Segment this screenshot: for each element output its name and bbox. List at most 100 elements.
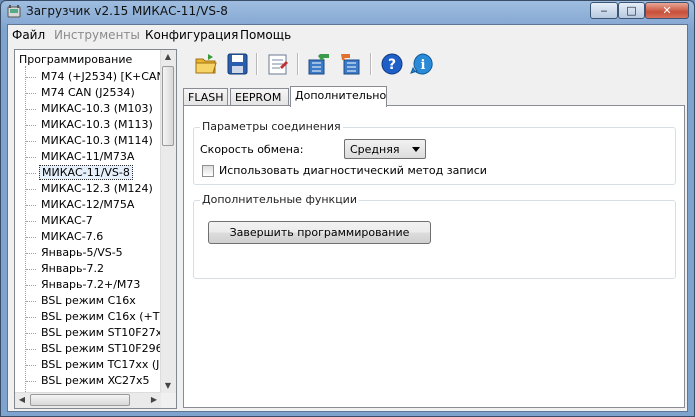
tree-item[interactable]: МИКАС-10.3 (M103) [26, 101, 155, 117]
tree-connector [26, 268, 36, 270]
tree-item[interactable]: BSL режим ST10F27x [26, 325, 164, 341]
help-icon[interactable]: ? [379, 51, 405, 77]
minimize-button[interactable]: ‒ [590, 2, 618, 19]
tree-item[interactable]: BSL режим ST10F296 [26, 341, 165, 357]
tree-item-label: Январь-7.2 [41, 262, 104, 275]
tab-flash[interactable]: FLASH [183, 88, 228, 106]
menu-configuration[interactable]: Конфигурация [145, 28, 238, 42]
device-tree[interactable]: Программирование M74 (+J2534) [K+CAN] M74… [14, 49, 177, 409]
tree-item-label: BSL режим ST10F27x [41, 326, 163, 339]
read-ecu-icon[interactable] [306, 51, 332, 77]
tree-connector [26, 316, 36, 318]
tab-eeprom[interactable]: EEPROM [230, 88, 289, 106]
tree-item[interactable]: МИКАС-10.3 (M114) [26, 133, 155, 149]
tree-item-label: МИКАС-11/M73A [41, 150, 135, 163]
tree-item[interactable]: Январь-5/VS-5 [26, 245, 125, 261]
save-icon[interactable] [224, 51, 250, 77]
tab-additional[interactable]: Дополнительно [290, 86, 387, 107]
chevron-down-icon[interactable] [412, 147, 420, 152]
finish-programming-button[interactable]: Завершить программирование [208, 221, 431, 244]
tree-connector [26, 140, 36, 142]
tree-item[interactable]: Январь-7.2 [26, 261, 106, 277]
scroll-corner [161, 393, 176, 408]
tree-connector [26, 236, 36, 238]
tree-item[interactable]: МИКАС-11/M73A [26, 149, 136, 165]
tree-connector [26, 204, 36, 206]
tree-item[interactable]: BSL режим C16x [26, 293, 138, 309]
speed-select[interactable]: Средняя [344, 139, 426, 159]
menu-tools[interactable]: Инструменты [54, 28, 140, 42]
menu-file[interactable]: Файл [12, 28, 45, 42]
tree-item[interactable]: МИКАС-10.3 (M113) [26, 117, 155, 133]
tree-connector [26, 284, 36, 286]
tree-item[interactable]: BSL режим XC27x5 [26, 373, 152, 389]
tree-item-label: BSL режим XC27x5 [41, 374, 150, 387]
write-ecu-icon[interactable] [338, 51, 364, 77]
tree-connector [26, 364, 36, 366]
tree-item[interactable]: M74 CAN (J2534) [26, 85, 137, 101]
tree-item[interactable]: BSL режим C16x (+T) [26, 309, 166, 325]
connection-settings-title: Параметры соединения [200, 120, 343, 133]
tree-item-label: МИКАС-7.6 [41, 230, 104, 243]
toolbar: ? i [183, 50, 663, 80]
tab-panel-additional: Параметры соединения Скорость обмена: Ср… [183, 105, 685, 408]
diag-method-label[interactable]: Использовать диагностический метод запис… [219, 164, 487, 177]
tree-item[interactable]: МИКАС-11/VS-8 [26, 165, 133, 181]
tree-connector [26, 188, 36, 190]
close-button[interactable]: ✕ [645, 2, 689, 19]
tree-item-label: МИКАС-7 [41, 214, 93, 227]
diag-method-checkbox[interactable] [202, 165, 214, 177]
window-title: Загрузчик v2.15 МИКАС-11/VS-8 [26, 4, 228, 18]
tree-connector [26, 380, 36, 382]
settings-sheet-icon[interactable] [265, 51, 291, 77]
connection-settings-group: Параметры соединения Скорость обмена: Ср… [193, 120, 676, 185]
toolbar-separator [370, 53, 372, 75]
tree-item-label: BSL режим ST10F296 [41, 342, 163, 355]
tree-item-label: Январь-7.2+/M73 [41, 278, 141, 291]
svg-text:?: ? [388, 57, 396, 73]
tree-connector [26, 124, 36, 126]
tree-connector [26, 220, 36, 222]
title-bar[interactable]: Загрузчик v2.15 МИКАС-11/VS-8 ‒ □ ✕ [1, 1, 694, 23]
tree-item[interactable]: BSL режим TC17xx (J25 [26, 357, 175, 373]
tree-connector [26, 348, 36, 350]
open-folder-icon[interactable] [193, 51, 219, 77]
scroll-up-arrow-icon[interactable]: ▲ [161, 50, 175, 64]
speed-label: Скорость обмена: [200, 143, 304, 156]
menu-help[interactable]: Помощь [240, 28, 291, 42]
tree-item-label: МИКАС-10.3 (M114) [41, 134, 153, 147]
tree-vertical-scrollbar[interactable]: ▲ ▼ [160, 50, 176, 393]
tree-connector [26, 332, 36, 334]
tree-item[interactable]: Январь-7.2+/M73 [26, 277, 142, 293]
tree-item[interactable]: МИКАС-7.6 [26, 229, 105, 245]
maximize-button[interactable]: □ [618, 2, 645, 19]
scroll-left-arrow-icon[interactable]: ◀ [15, 393, 29, 407]
tree-connector [26, 252, 36, 254]
tree-item-label: МИКАС-12/M75A [41, 198, 135, 211]
tree-horizontal-scroll-thumb[interactable] [30, 394, 130, 406]
scroll-down-arrow-icon[interactable]: ▼ [161, 379, 175, 393]
toolbar-separator [256, 53, 258, 75]
tree-item[interactable]: M74 (+J2534) [K+CAN] [26, 69, 171, 85]
menu-bar: Файл Инструменты Конфигурация Помощь [8, 25, 687, 45]
toolbar-separator [297, 53, 299, 75]
tree-item[interactable]: МИКАС-7 [26, 213, 95, 229]
tree-item-label: Январь-5/VS-5 [41, 246, 123, 259]
tree-item[interactable]: МИКАС-12.3 (M124) [26, 181, 155, 197]
scroll-right-arrow-icon[interactable]: ▶ [147, 393, 161, 407]
extra-functions-group: Дополнительные функции Завершить програм… [193, 193, 676, 279]
tree-item[interactable]: МИКАС-12/M75A [26, 197, 136, 213]
tree-horizontal-scrollbar[interactable]: ◀ ▶ [15, 392, 161, 408]
tree-connector [26, 76, 36, 78]
svg-text:i: i [421, 58, 426, 73]
info-icon[interactable]: i [409, 51, 435, 77]
tree-item-label: BSL режим C16x [41, 294, 136, 307]
tree-connector [26, 92, 36, 94]
tree-item-label: BSL режим C16x (+T) [41, 310, 164, 323]
tree-root-programming[interactable]: Программирование [19, 53, 132, 66]
tree-vertical-scroll-thumb[interactable] [162, 66, 174, 146]
tree-item-label: МИКАС-10.3 (M103) [41, 102, 153, 115]
tree-connector [26, 156, 36, 158]
tree-item-label: M74 CAN (J2534) [41, 86, 135, 99]
tree-item-label: МИКАС-12.3 (M124) [41, 182, 153, 195]
